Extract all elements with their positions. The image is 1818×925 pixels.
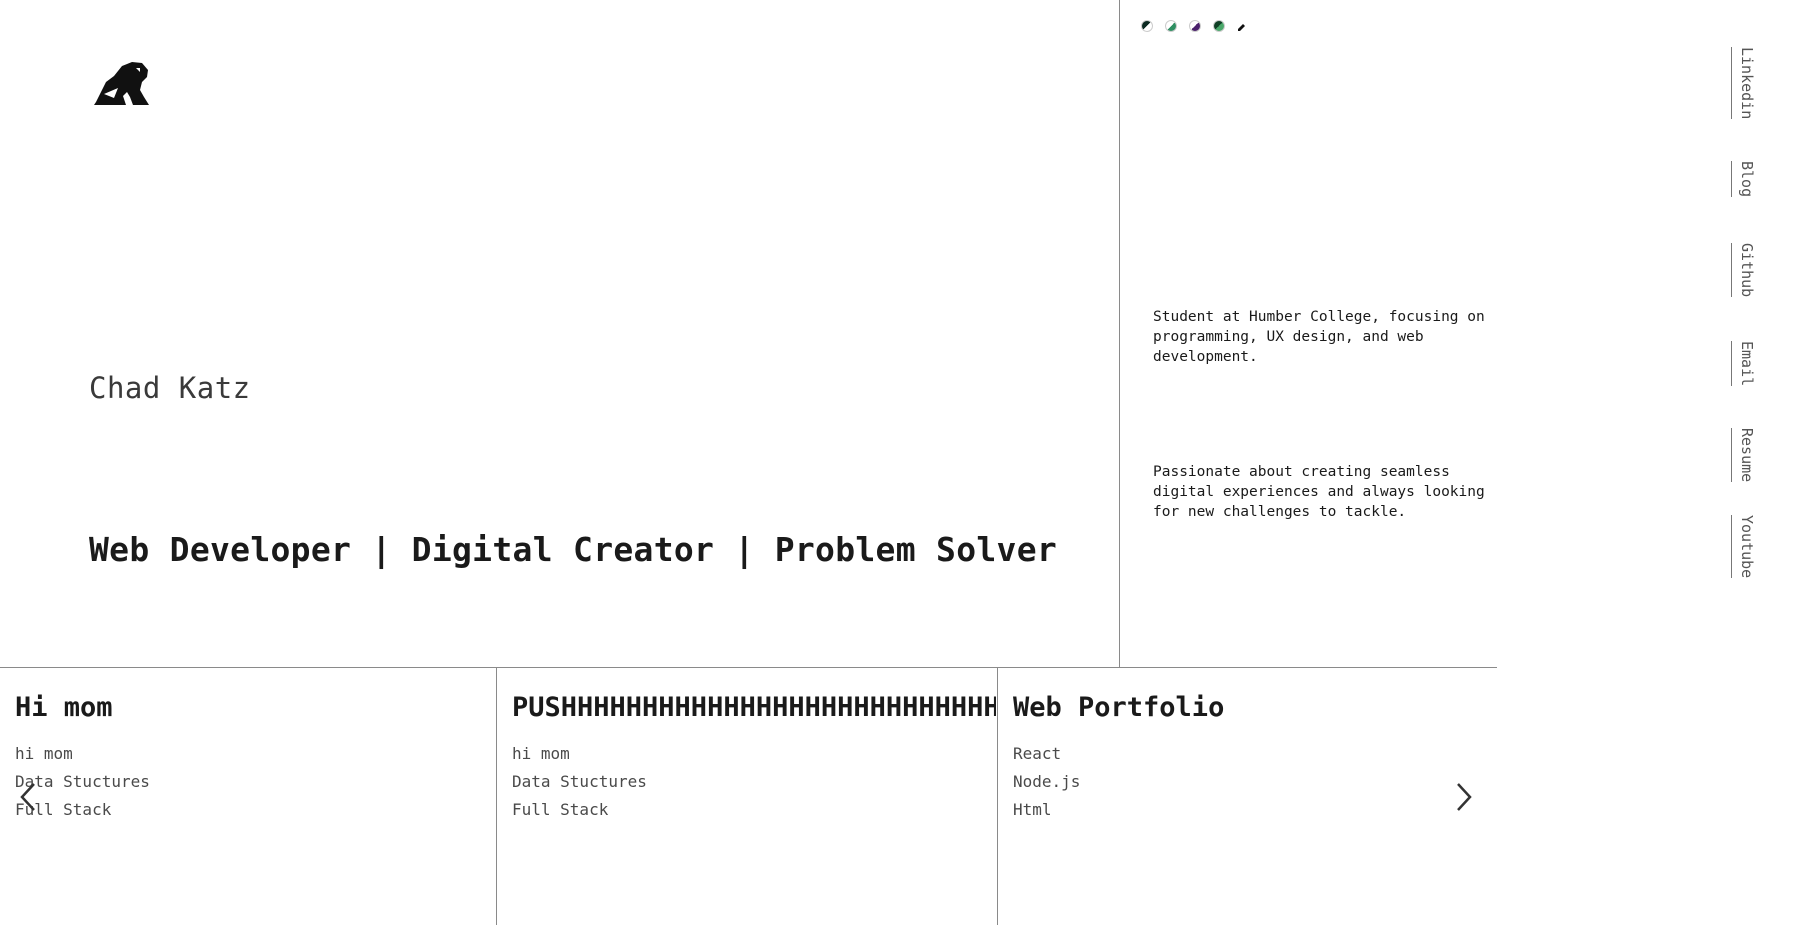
project-title: Web Portfolio bbox=[1013, 692, 1225, 723]
hero-tagline: Web Developer | Digital Creator | Proble… bbox=[89, 530, 1058, 569]
chevron-right-icon[interactable] bbox=[1452, 781, 1476, 813]
vertical-divider bbox=[1119, 0, 1120, 667]
theme-swatch-dark-teal[interactable] bbox=[1141, 20, 1153, 32]
hero-name: Chad Katz bbox=[89, 371, 251, 405]
project-card[interactable]: PUSHHHHHHHHHHHHHHHHHHHHHHHHHHHHHHHHH hi … bbox=[496, 668, 996, 925]
pen-icon[interactable] bbox=[1237, 20, 1249, 32]
project-tag-list: React Node.js Html bbox=[1013, 740, 1080, 824]
project-tag: Data Stuctures bbox=[512, 772, 647, 791]
social-link-resume[interactable]: Resume bbox=[1731, 428, 1756, 483]
theme-swatch-purple[interactable] bbox=[1189, 20, 1201, 32]
social-link-github[interactable]: Github bbox=[1731, 243, 1756, 298]
chevron-left-icon[interactable] bbox=[16, 781, 40, 813]
social-link-linkedin[interactable]: Linkedin bbox=[1731, 47, 1756, 120]
theme-swatch-forest[interactable] bbox=[1213, 20, 1225, 32]
project-tag: Html bbox=[1013, 800, 1052, 819]
frog-logo-icon[interactable] bbox=[92, 60, 150, 106]
project-card[interactable]: Web Portfolio React Node.js Html bbox=[997, 668, 1497, 925]
projects-carousel: Hi mom hi mom Data Stuctures Full Stack … bbox=[0, 668, 1497, 925]
social-link-email[interactable]: Email bbox=[1731, 341, 1756, 387]
project-title: Hi mom bbox=[15, 692, 113, 723]
social-link-youtube[interactable]: Youtube bbox=[1731, 515, 1756, 579]
project-tag: Full Stack bbox=[512, 800, 609, 819]
social-link-blog[interactable]: Blog bbox=[1731, 161, 1756, 198]
portfolio-page: Chad Katz Web Developer | Digital Creato… bbox=[0, 0, 1818, 925]
project-tag-list: hi mom Data Stuctures Full Stack bbox=[512, 740, 647, 824]
about-paragraph-2: Passionate about creating seamless digit… bbox=[1153, 464, 1485, 520]
project-tag: hi mom bbox=[512, 744, 570, 763]
project-tag: Node.js bbox=[1013, 772, 1081, 791]
project-tag: React bbox=[1013, 744, 1062, 763]
project-tag: hi mom bbox=[15, 744, 73, 763]
about-paragraph-1: Student at Humber College, focusing on p… bbox=[1153, 309, 1485, 365]
theme-switcher bbox=[1141, 20, 1249, 32]
social-nav: Linkedin Blog Github Email Resume Youtub… bbox=[1718, 0, 1778, 600]
project-card[interactable]: Hi mom hi mom Data Stuctures Full Stack bbox=[0, 668, 500, 925]
theme-swatch-green[interactable] bbox=[1165, 20, 1177, 32]
project-title: PUSHHHHHHHHHHHHHHHHHHHHHHHHHHHHHHHHH bbox=[512, 692, 996, 723]
